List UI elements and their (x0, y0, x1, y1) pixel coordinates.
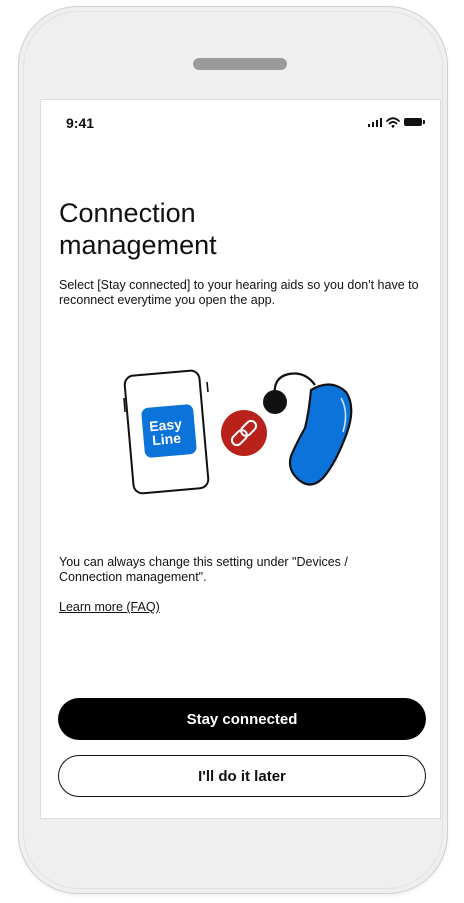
app-screen: 9:41 Connection management Select [Stay … (40, 99, 441, 819)
status-time: 9:41 (66, 115, 95, 131)
stay-connected-button[interactable]: Stay connected (58, 698, 426, 740)
cellular-signal-icon (367, 117, 382, 127)
status-icons (367, 116, 425, 128)
phone-speaker (193, 58, 287, 70)
page-description: Select [Stay connected] to your hearing … (59, 278, 419, 307)
do-it-later-button[interactable]: I'll do it later (58, 755, 426, 797)
battery-icon (404, 118, 425, 126)
learn-more-faq-link[interactable]: Learn more (FAQ) (59, 600, 160, 614)
page-title-line1: Connection (59, 198, 196, 228)
link-icon (221, 410, 267, 456)
page-title: Connection management (59, 197, 389, 261)
settings-note: You can always change this setting under… (59, 555, 348, 584)
hearing-aid-icon (263, 372, 353, 486)
connection-illustration: Easy Line (123, 369, 353, 495)
page-title-line2: management (59, 230, 217, 260)
app-badge-text2: Line (152, 430, 182, 448)
phone-icon: Easy Line (123, 369, 210, 495)
wifi-icon (386, 116, 400, 128)
